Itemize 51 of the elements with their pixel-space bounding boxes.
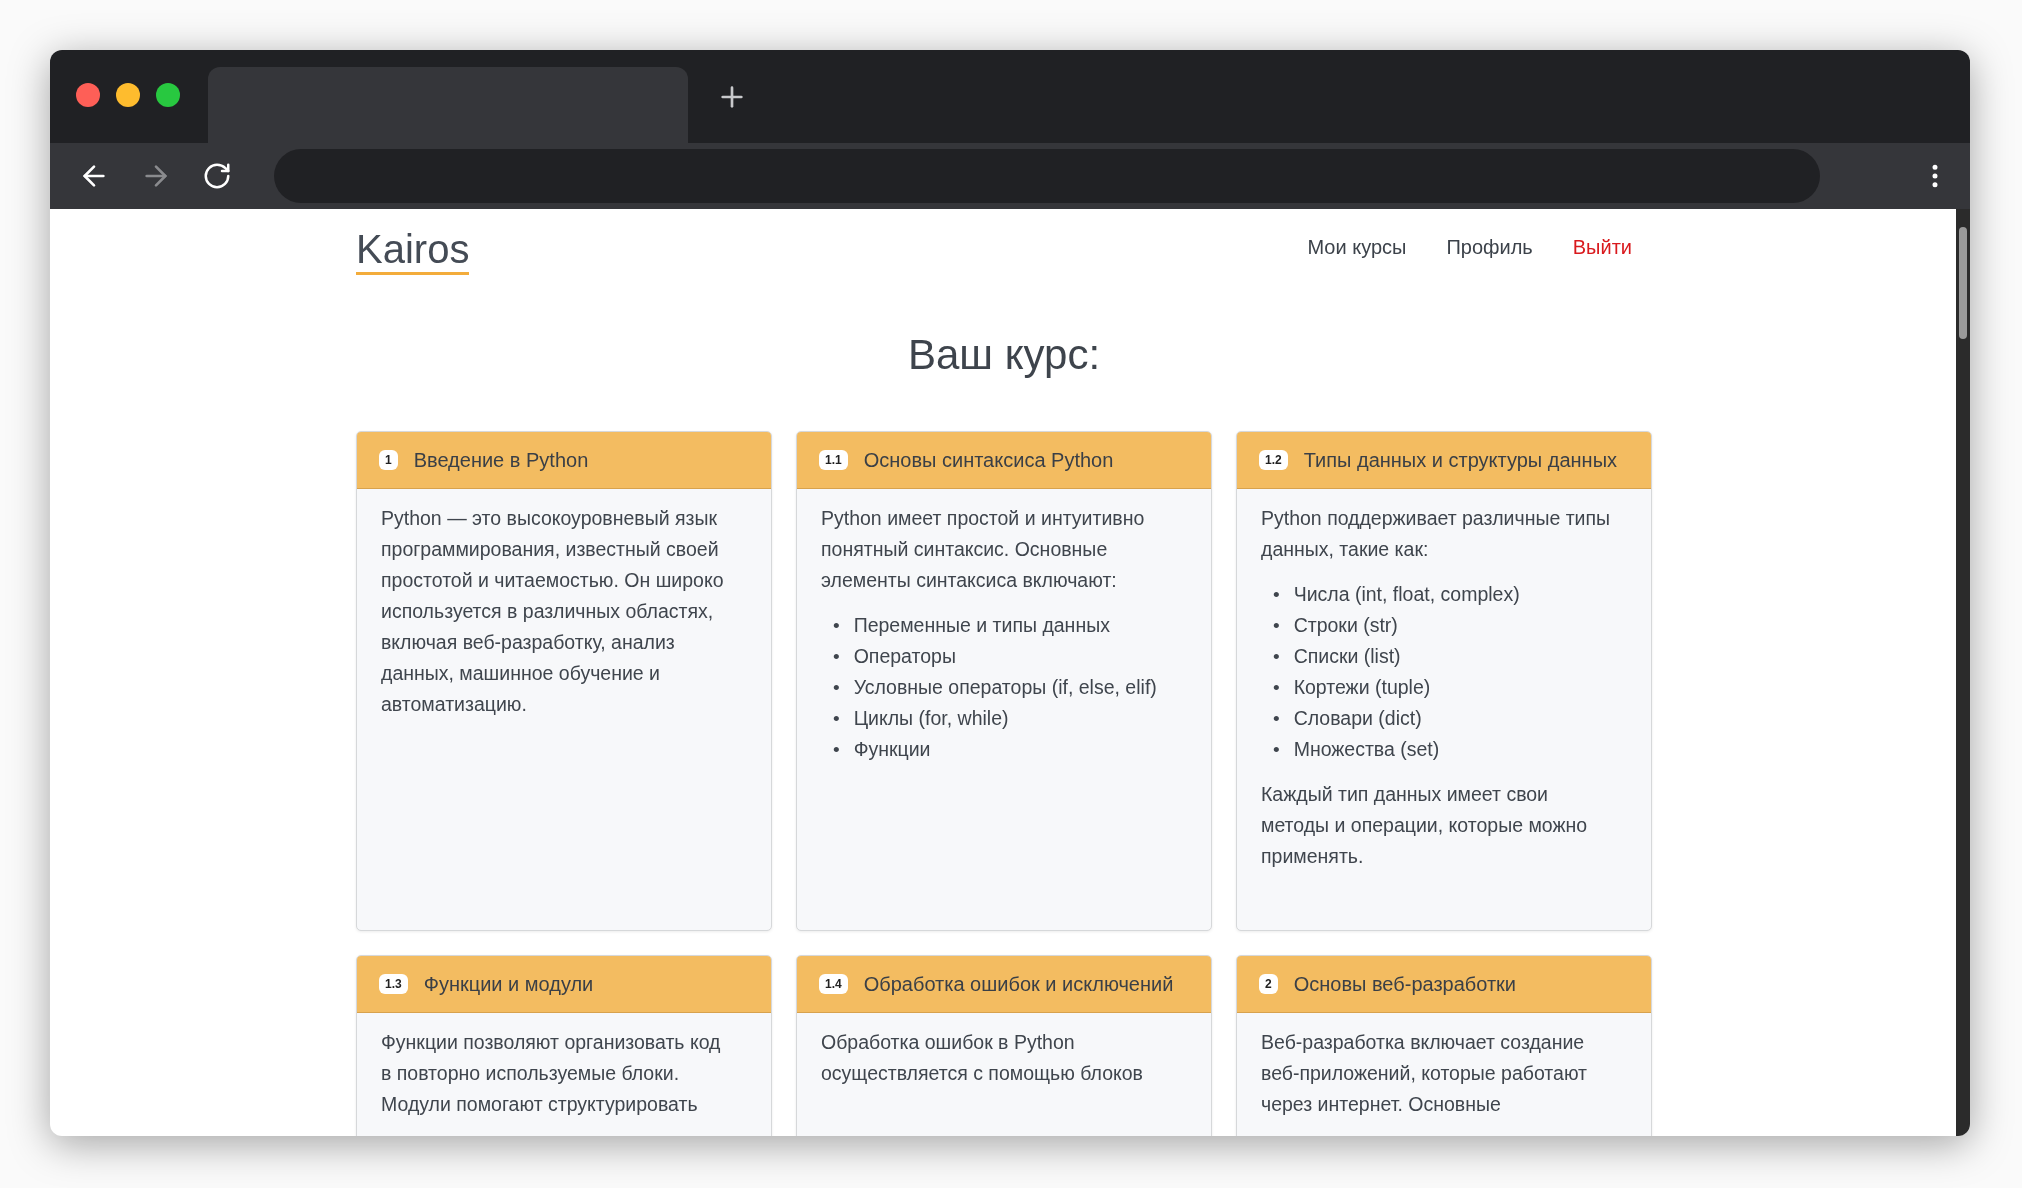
card-title: Введение в Python	[413, 448, 589, 472]
section-badge: 2	[1259, 974, 1278, 994]
bullet: •	[1273, 707, 1280, 731]
minimize-icon[interactable]	[116, 83, 140, 107]
nav-link[interactable]: Выйти	[1572, 235, 1632, 259]
nav-link[interactable]: Профиль	[1446, 235, 1533, 259]
section-badge: 1.1	[819, 450, 848, 470]
bullet: •	[833, 614, 840, 638]
card-text: Обработка ошибок в Python осуществляется с помощью блоков	[821, 1030, 1144, 1086]
card-text: Каждый тип данных имеет свои методы и операции, которые можно применять.	[1261, 782, 1589, 869]
maximize-icon[interactable]	[156, 83, 180, 107]
card-text: Веб-разработка включает создание веб-приложений, которые работают через интернет. Основные	[1261, 1030, 1589, 1117]
bullet: •	[1273, 738, 1280, 762]
bullet: •	[833, 676, 840, 700]
bullet: •	[1273, 583, 1280, 607]
section-badge: 1.4	[819, 974, 848, 994]
card-text: Python поддерживает различные типы данных, такие как:	[1261, 506, 1612, 562]
bullet: •	[1273, 645, 1280, 669]
list-item: Кортежи (tuple)	[1293, 675, 1431, 700]
site-logo[interactable]: Kairos	[356, 219, 470, 275]
list-item: Переменные и типы данных	[853, 613, 1110, 638]
card-title: Основы синтаксиса Python	[863, 448, 1114, 472]
list-item: Условные операторы (if, else, elif)	[853, 675, 1157, 700]
list-item: Операторы	[853, 644, 956, 669]
bullet: •	[833, 707, 840, 731]
card-title: Обработка ошибок и исключений	[863, 972, 1174, 996]
list-item: Множества (set)	[1293, 737, 1440, 762]
section-badge: 1.3	[379, 974, 408, 994]
section-badge: 1.2	[1259, 450, 1288, 470]
card-text: Python — это высокоуровневый язык программирования, известный своей простотой и читаемостью. Он широко используется в различных областях, включая веб-разработку, анализ данных, машинное обучение и автоматизацию.	[381, 506, 725, 717]
card-title: Функции и модули	[423, 972, 594, 996]
list-item: Циклы (for, while)	[853, 706, 1009, 731]
scrollbar[interactable]	[1956, 209, 1970, 1136]
reload-icon[interactable]	[202, 161, 232, 191]
bullet: •	[833, 738, 840, 762]
section-badge: 1	[379, 450, 398, 470]
nav-link[interactable]: Мои курсы	[1307, 235, 1407, 259]
list-item: Списки (list)	[1293, 644, 1401, 669]
card-title: Типы данных и структуры данных	[1303, 448, 1617, 472]
list-item: Строки (str)	[1293, 613, 1398, 638]
bullet: •	[1273, 676, 1280, 700]
page-heading: Ваш курс:	[906, 331, 1102, 379]
card-text: Python имеет простой и интуитивно понятный синтаксис. Основные элементы синтаксиса включают:	[821, 506, 1146, 593]
card-title: Основы веб-разработки	[1293, 972, 1517, 996]
bullet: •	[1273, 614, 1280, 638]
list-item: Функции	[853, 737, 931, 762]
card-text: Функции позволяют организовать код в повторно используемые блоки. Модули помогают структурировать	[381, 1030, 722, 1117]
list-item: Числа (int, float, complex)	[1293, 582, 1520, 607]
list-item: Словари (dict)	[1293, 706, 1422, 731]
bullet: •	[833, 645, 840, 669]
close-icon[interactable]	[76, 83, 100, 107]
